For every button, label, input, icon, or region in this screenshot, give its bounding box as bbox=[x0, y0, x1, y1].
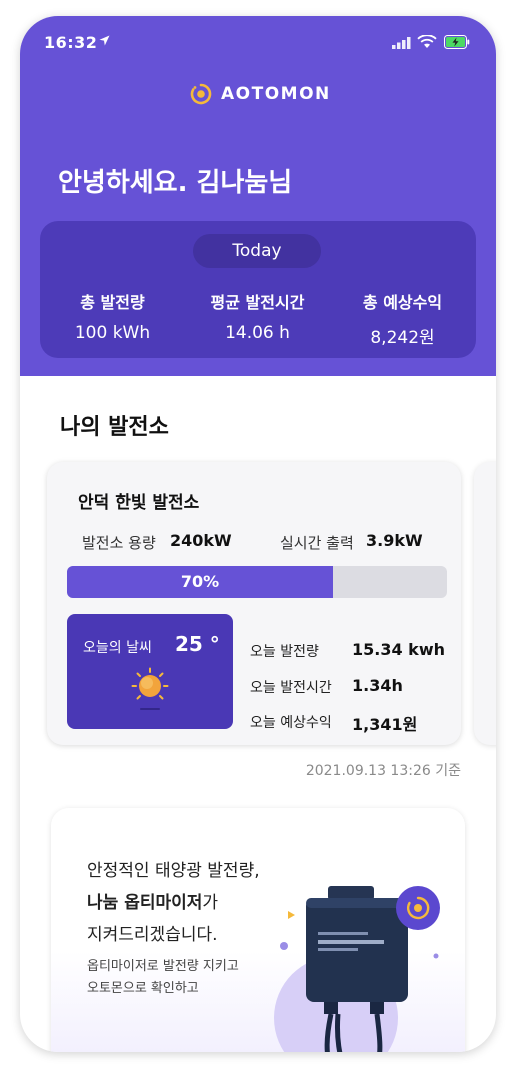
stat-average-hours: 평균 발전시간 14.06 h bbox=[185, 289, 330, 343]
aotomon-logo-icon bbox=[190, 83, 212, 105]
stat-label: 평균 발전시간 bbox=[210, 293, 305, 312]
metric-value: 1.34h bbox=[352, 676, 403, 695]
promo-banner[interactable]: 안정적인 태양광 발전량, 나눔 옵티마이저가 지켜드리겠습니다. 옵티마이저로… bbox=[51, 808, 465, 1052]
realtime-output-label: 실시간 출력 bbox=[280, 534, 354, 552]
weather-label: 오늘의 날씨 bbox=[83, 640, 152, 656]
promo-line-2-suffix: 가 bbox=[202, 893, 219, 913]
stat-value: 8,242원 bbox=[370, 328, 435, 348]
optimizer-product-image bbox=[274, 886, 440, 1052]
promo-subtext-1: 옵티마이저로 발전량 지키고 bbox=[87, 959, 239, 974]
stat-label: 총 발전량 bbox=[80, 293, 145, 312]
metric-value: 1,341원 bbox=[352, 715, 418, 734]
phone-frame: 16:32 AOTOMON 안녕하세요. 김나눔님 Today 총 발전량 10… bbox=[20, 16, 496, 1052]
promo-line-3: 지켜드리겠습니다. bbox=[87, 925, 218, 945]
next-plant-card[interactable] bbox=[474, 462, 496, 745]
summary-panel: Today 총 발전량 100 kWh 평균 발전시간 14.06 h 총 예상… bbox=[40, 221, 476, 358]
battery-charging-icon bbox=[444, 35, 470, 49]
greeting-text: 안녕하세요. 김나눔님 bbox=[58, 168, 293, 198]
stat-label: 총 예상수익 bbox=[362, 293, 443, 312]
plant-name: 안덕 한빛 발전소 bbox=[78, 493, 200, 513]
period-selector[interactable]: Today bbox=[193, 234, 321, 268]
progress-label: 70% bbox=[180, 572, 220, 591]
promo-product-name: 나눔 옵티마이저 bbox=[87, 893, 203, 913]
status-bar: 16:32 bbox=[20, 16, 496, 72]
promo-line-1: 안정적인 태양광 발전량, bbox=[87, 861, 260, 881]
stat-total-generation: 총 발전량 100 kWh bbox=[40, 289, 185, 343]
brand-name: AOTOMON bbox=[221, 84, 331, 104]
metric-value: 15.34 kwh bbox=[352, 640, 445, 659]
metric-label: 오늘 발전량 bbox=[250, 644, 319, 660]
plant-card[interactable]: 안덕 한빛 발전소 발전소 용량 240kW 실시간 출력 3.9kW 70% … bbox=[47, 462, 461, 745]
realtime-output-value: 3.9kW bbox=[366, 531, 423, 550]
capacity-value: 240kW bbox=[170, 531, 232, 550]
stat-value: 14.06 h bbox=[225, 323, 290, 343]
weather-temperature: 25 ° bbox=[175, 632, 220, 656]
metric-label: 오늘 예상수익 bbox=[250, 715, 332, 731]
brand-logo: AOTOMON bbox=[190, 81, 331, 107]
section-title: 나의 발전소 bbox=[60, 415, 169, 440]
capacity-label: 발전소 용량 bbox=[82, 534, 156, 552]
header: 16:32 AOTOMON 안녕하세요. 김나눔님 Today 총 발전량 10… bbox=[20, 16, 496, 376]
cellular-signal-icon bbox=[392, 37, 411, 49]
metric-label: 오늘 발전시간 bbox=[250, 680, 332, 696]
stat-value: 100 kWh bbox=[74, 323, 151, 343]
wifi-icon bbox=[417, 35, 437, 48]
weather-box: 오늘의 날씨 25 ° bbox=[67, 614, 233, 729]
sun-icon bbox=[131, 667, 169, 710]
output-progress-bar: 70% bbox=[67, 566, 447, 598]
stat-expected-revenue: 총 예상수익 8,242원 bbox=[330, 289, 475, 348]
update-timestamp: 2021.09.13 13:26 기준 bbox=[305, 763, 461, 779]
promo-subtext-2: 오토몬으로 확인하고 bbox=[87, 981, 199, 996]
location-arrow-icon bbox=[99, 35, 110, 46]
status-time: 16:32 bbox=[44, 33, 98, 52]
promo-line-2: 나눔 옵티마이저가 bbox=[87, 888, 218, 913]
